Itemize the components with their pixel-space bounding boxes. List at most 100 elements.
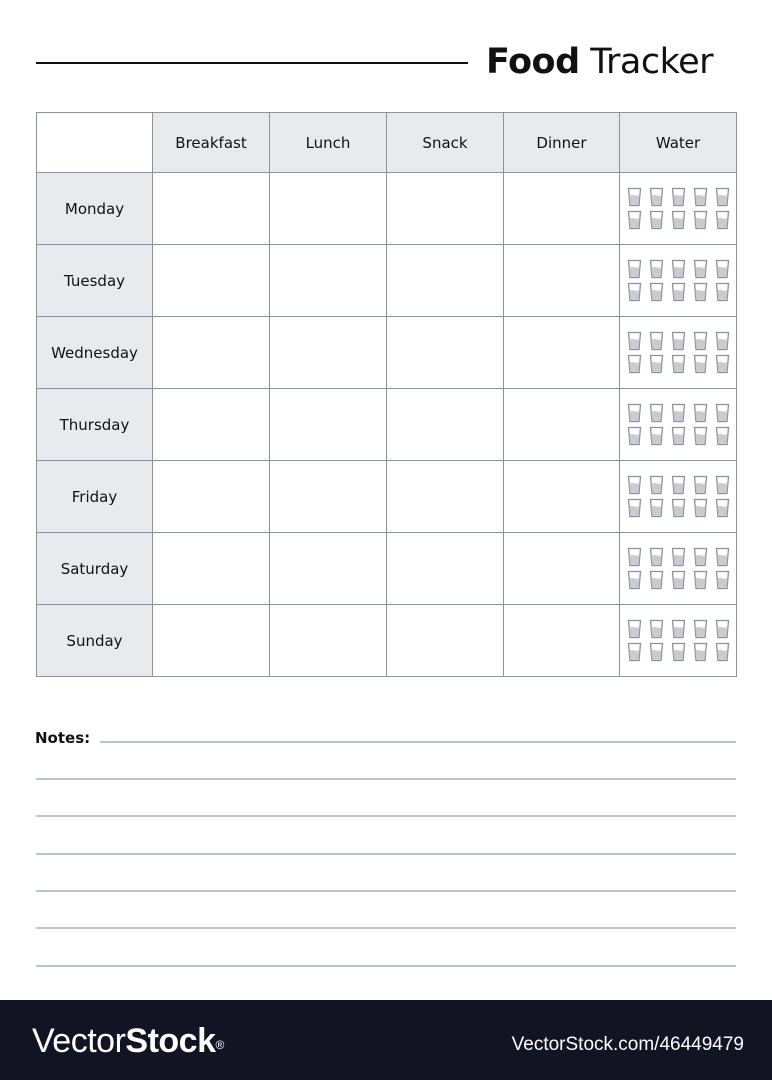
meal-cell-dinner[interactable] (503, 388, 620, 461)
water-glass-icon[interactable] (649, 498, 664, 518)
water-glass-icon[interactable] (649, 210, 664, 230)
water-glass-icon[interactable] (649, 282, 664, 302)
water-glass-icon[interactable] (693, 619, 708, 639)
note-line[interactable] (36, 778, 736, 780)
meal-cell-breakfast[interactable] (152, 532, 270, 605)
water-glass-icon[interactable] (671, 426, 686, 446)
water-glass-icon[interactable] (649, 259, 664, 279)
water-glass-icon[interactable] (671, 331, 686, 351)
water-glass-icon[interactable] (649, 475, 664, 495)
water-glass-icon[interactable] (627, 282, 642, 302)
meal-cell-dinner[interactable] (503, 316, 620, 389)
meal-cell-dinner[interactable] (503, 604, 620, 677)
meal-cell-lunch[interactable] (269, 316, 387, 389)
meal-cell-dinner[interactable] (503, 172, 620, 245)
meal-cell-lunch[interactable] (269, 172, 387, 245)
water-glass-icon[interactable] (693, 187, 708, 207)
note-line[interactable] (36, 927, 736, 929)
meal-cell-snack[interactable] (386, 604, 504, 677)
water-glass-icon[interactable] (693, 354, 708, 374)
water-glass-icon[interactable] (671, 642, 686, 662)
water-glass-icon[interactable] (715, 498, 730, 518)
water-glass-icon[interactable] (671, 282, 686, 302)
water-glass-icon[interactable] (627, 187, 642, 207)
water-glass-icon[interactable] (649, 570, 664, 590)
water-glass-icon[interactable] (693, 426, 708, 446)
water-glass-icon[interactable] (649, 403, 664, 423)
meal-cell-lunch[interactable] (269, 388, 387, 461)
water-glass-icon[interactable] (671, 403, 686, 423)
water-glass-icon[interactable] (671, 498, 686, 518)
water-glass-icon[interactable] (715, 354, 730, 374)
water-glass-icon[interactable] (693, 475, 708, 495)
meal-cell-breakfast[interactable] (152, 172, 270, 245)
meal-cell-breakfast[interactable] (152, 388, 270, 461)
meal-cell-snack[interactable] (386, 244, 504, 317)
water-glass-icon[interactable] (693, 403, 708, 423)
meal-cell-lunch[interactable] (269, 604, 387, 677)
water-glass-icon[interactable] (715, 547, 730, 567)
water-glass-icon[interactable] (649, 547, 664, 567)
water-glass-icon[interactable] (671, 187, 686, 207)
meal-cell-breakfast[interactable] (152, 244, 270, 317)
water-glass-icon[interactable] (715, 282, 730, 302)
water-glass-icon[interactable] (627, 475, 642, 495)
water-glass-icon[interactable] (715, 570, 730, 590)
water-glass-icon[interactable] (627, 619, 642, 639)
water-glass-icon[interactable] (649, 187, 664, 207)
water-glass-icon[interactable] (649, 354, 664, 374)
water-glass-icon[interactable] (693, 547, 708, 567)
water-glass-icon[interactable] (671, 619, 686, 639)
water-glass-icon[interactable] (671, 475, 686, 495)
water-glass-icon[interactable] (627, 426, 642, 446)
note-line[interactable] (36, 853, 736, 855)
water-glass-icon[interactable] (715, 619, 730, 639)
water-glass-icon[interactable] (627, 354, 642, 374)
water-glass-icon[interactable] (693, 259, 708, 279)
meal-cell-snack[interactable] (386, 316, 504, 389)
water-glass-icon[interactable] (627, 259, 642, 279)
meal-cell-dinner[interactable] (503, 460, 620, 533)
meal-cell-snack[interactable] (386, 532, 504, 605)
note-line[interactable] (100, 741, 736, 743)
water-glass-icon[interactable] (627, 642, 642, 662)
water-glass-icon[interactable] (649, 426, 664, 446)
water-glass-icon[interactable] (627, 210, 642, 230)
water-glass-icon[interactable] (693, 331, 708, 351)
water-glass-icon[interactable] (627, 547, 642, 567)
water-glass-icon[interactable] (671, 259, 686, 279)
meal-cell-snack[interactable] (386, 388, 504, 461)
water-glass-icon[interactable] (671, 354, 686, 374)
water-glass-icon[interactable] (627, 331, 642, 351)
water-glass-icon[interactable] (649, 331, 664, 351)
water-glass-icon[interactable] (715, 475, 730, 495)
water-glass-icon[interactable] (715, 426, 730, 446)
water-glass-icon[interactable] (715, 403, 730, 423)
meal-cell-breakfast[interactable] (152, 604, 270, 677)
meal-cell-breakfast[interactable] (152, 460, 270, 533)
water-glass-icon[interactable] (693, 210, 708, 230)
water-glass-icon[interactable] (715, 187, 730, 207)
water-glass-icon[interactable] (627, 498, 642, 518)
note-line[interactable] (36, 890, 736, 892)
meal-cell-snack[interactable] (386, 460, 504, 533)
water-glass-icon[interactable] (627, 570, 642, 590)
meal-cell-lunch[interactable] (269, 460, 387, 533)
water-glass-icon[interactable] (693, 498, 708, 518)
water-glass-icon[interactable] (627, 403, 642, 423)
water-glass-icon[interactable] (671, 210, 686, 230)
water-glass-icon[interactable] (715, 642, 730, 662)
water-glass-icon[interactable] (693, 642, 708, 662)
meal-cell-lunch[interactable] (269, 532, 387, 605)
water-glass-icon[interactable] (693, 570, 708, 590)
water-glass-icon[interactable] (649, 619, 664, 639)
water-glass-icon[interactable] (649, 642, 664, 662)
meal-cell-dinner[interactable] (503, 532, 620, 605)
meal-cell-dinner[interactable] (503, 244, 620, 317)
water-glass-icon[interactable] (715, 331, 730, 351)
water-glass-icon[interactable] (715, 210, 730, 230)
water-glass-icon[interactable] (671, 570, 686, 590)
note-line[interactable] (36, 965, 736, 967)
water-glass-icon[interactable] (671, 547, 686, 567)
note-line[interactable] (36, 815, 736, 817)
